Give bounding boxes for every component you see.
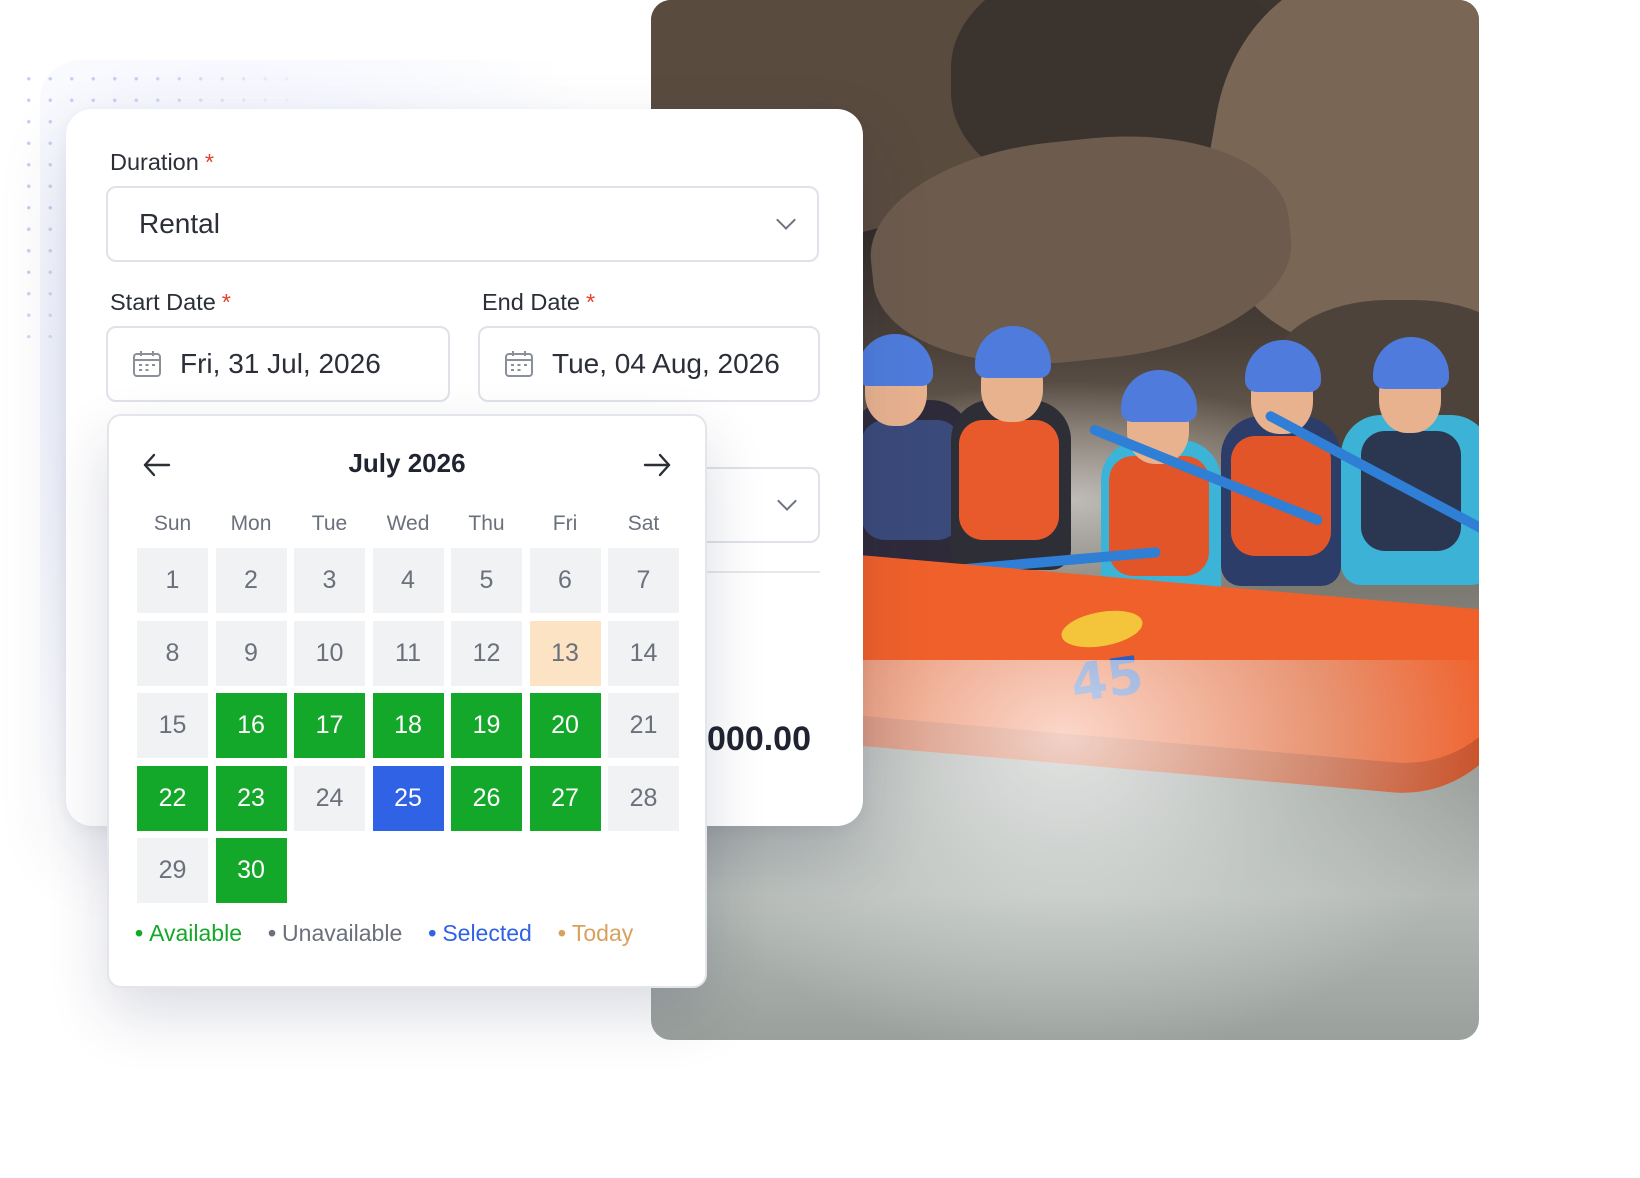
calendar-icon <box>504 350 534 378</box>
date-picker-popup: July 2026 Sun Mon Tue Wed Thu Fri Sat 12345678… <box>107 414 707 988</box>
weekday-label: Sun <box>153 512 192 535</box>
calendar-day-unavailable[interactable]: 6 <box>529 548 601 613</box>
weekday-label: Mon <box>230 512 272 535</box>
start-date-input[interactable]: Fri, 31 Jul, 2026 <box>106 326 450 402</box>
calendar-day-unavailable[interactable]: 8 <box>137 620 208 686</box>
calendar-day-available[interactable]: 18 <box>372 693 444 758</box>
calendar-day-unavailable[interactable]: 24 <box>294 765 365 831</box>
calendar-day-unavailable[interactable]: 11 <box>372 620 444 686</box>
calendar-day-unavailable[interactable]: 7 <box>608 548 679 613</box>
calendar-legend: • Available • Unavailable • Selected • Today <box>135 920 633 947</box>
calendar-day-available[interactable]: 26 <box>451 765 522 831</box>
calendar-day-unavailable[interactable]: 29 <box>137 838 208 903</box>
calendar-day-available[interactable]: 27 <box>529 765 601 831</box>
calendar-day-unavailable[interactable]: 12 <box>451 620 522 686</box>
calendar-day-unavailable[interactable]: 9 <box>215 620 287 686</box>
weekday-label: Tue <box>311 512 348 535</box>
calendar-day-unavailable[interactable]: 14 <box>608 620 679 686</box>
calendar-day-available[interactable]: 17 <box>294 693 365 758</box>
weekday-label: Sat <box>627 512 660 535</box>
legend-today: • Today <box>557 920 634 946</box>
duration-value: Rental <box>139 208 220 239</box>
end-date-value: Tue, 04 Aug, 2026 <box>552 348 780 379</box>
weekday-label: Thu <box>468 512 505 535</box>
arrow-right-icon[interactable] <box>639 448 675 482</box>
calendar-day-available[interactable]: 30 <box>215 838 287 903</box>
calendar-day-unavailable[interactable]: 15 <box>137 693 208 758</box>
calendar-day-today[interactable]: 13 <box>529 620 601 686</box>
calendar-header: July 2026 <box>109 444 705 484</box>
legend-available: • Available <box>135 920 242 946</box>
chevron-down-icon <box>776 210 796 230</box>
legend-unavailable: • Unavailable <box>267 920 403 946</box>
weekday-label: Wed <box>386 512 430 535</box>
weekday-header-row: Sun Mon Tue Wed Thu Fri Sat <box>137 512 679 536</box>
calendar-day-unavailable[interactable]: 21 <box>608 693 679 758</box>
calendar-icon <box>132 350 162 378</box>
chevron-down-icon <box>777 491 797 511</box>
start-date-value: Fri, 31 Jul, 2026 <box>180 348 381 379</box>
calendar-day-selected[interactable]: 25 <box>372 765 444 831</box>
divider <box>706 571 820 573</box>
required-mark: * <box>585 289 596 315</box>
calendar-day-unavailable[interactable]: 1 <box>137 548 208 613</box>
calendar-day-available[interactable]: 16 <box>215 693 287 758</box>
legend-selected: • Selected <box>428 920 532 946</box>
calendar-day-grid: 1 2 3 4 5 6 7 8 9 10 11 12 13 14 15 16 17 18 19 20 21 22 23 24 2… <box>137 548 679 903</box>
calendar-day-unavailable[interactable]: 5 <box>451 548 522 613</box>
calendar-day-available[interactable]: 20 <box>529 693 601 758</box>
weekday-label: Fri <box>552 512 578 535</box>
calendar-month-title: July 2026 <box>348 448 466 478</box>
end-date-label: End Date * <box>482 289 596 315</box>
calendar-day-available[interactable]: 23 <box>215 765 287 831</box>
duration-label: Duration * <box>110 149 214 175</box>
required-mark: * <box>204 149 214 175</box>
duration-select[interactable]: Rental <box>106 186 819 262</box>
calendar-day-unavailable[interactable]: 2 <box>215 548 287 613</box>
start-date-label: Start Date * <box>110 289 231 315</box>
calendar-day-unavailable[interactable]: 3 <box>294 548 365 613</box>
calendar-day-unavailable[interactable]: 4 <box>372 548 444 613</box>
price-total: 000.00 <box>707 720 811 758</box>
calendar-day-available[interactable]: 22 <box>137 765 208 831</box>
calendar-day-unavailable[interactable]: 28 <box>608 765 679 831</box>
end-date-input[interactable]: Tue, 04 Aug, 2026 <box>478 326 820 402</box>
calendar-day-unavailable[interactable]: 10 <box>294 620 365 686</box>
required-mark: * <box>221 289 231 315</box>
calendar-day-available[interactable]: 19 <box>451 693 522 758</box>
